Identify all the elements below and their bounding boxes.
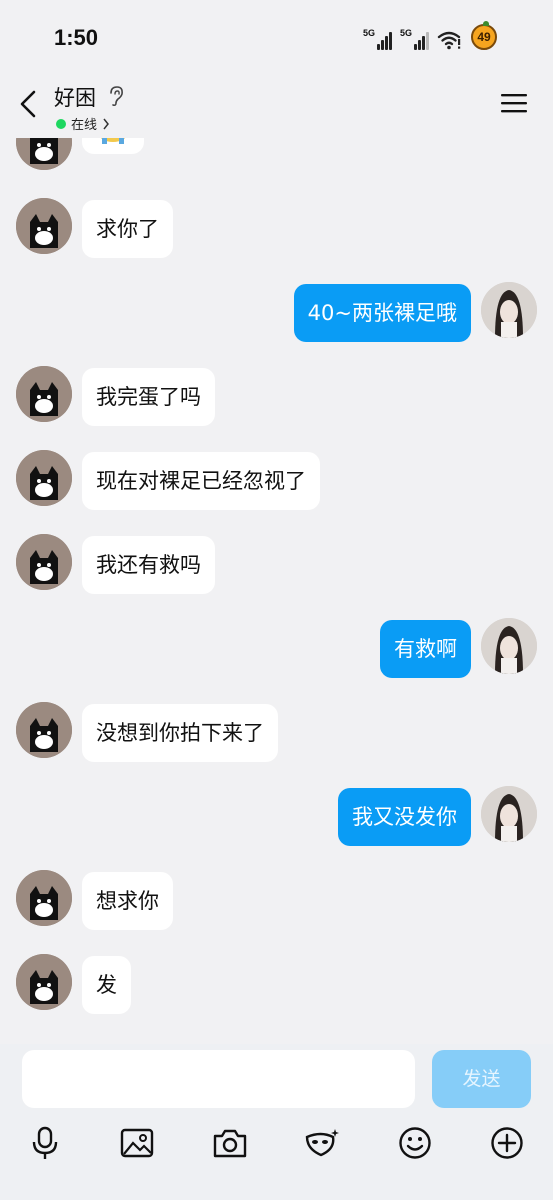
back-button[interactable] (14, 86, 44, 122)
contact-avatar[interactable] (16, 198, 72, 254)
contact-avatar[interactable] (16, 954, 72, 1010)
cellular-signal-icon-2: 5G (400, 28, 429, 50)
contact-name[interactable]: 好困 (54, 82, 96, 112)
chat-screen: 1:50 5G 5G 49 好困 在线 求你了 40~两张裸足哦 我完蛋了吗 现… (0, 0, 553, 1200)
outgoing-message-bubble[interactable]: 有救啊 (380, 620, 471, 678)
contact-avatar[interactable] (16, 366, 72, 422)
composer-toolbar (0, 1120, 553, 1166)
online-status-label: 在线 (71, 118, 98, 133)
microphone-icon[interactable] (22, 1120, 68, 1166)
battery-badge: 49 (471, 21, 497, 50)
my-avatar[interactable] (481, 786, 537, 842)
send-button[interactable]: 发送 (432, 1050, 531, 1108)
online-status[interactable]: 在线 (56, 114, 110, 133)
contact-avatar[interactable] (16, 450, 72, 506)
online-dot-icon (56, 118, 66, 129)
wifi-icon (437, 31, 461, 50)
incoming-message-bubble[interactable]: 没想到你拍下来了 (82, 704, 278, 762)
emoji-icon[interactable] (392, 1120, 438, 1166)
message-list[interactable]: 求你了 40~两张裸足哦 我完蛋了吗 现在对裸足已经忽视了 我还有救吗 有救啊 … (0, 138, 553, 1044)
chevron-right-icon (103, 118, 109, 129)
contact-avatar[interactable] (16, 534, 72, 590)
incoming-message-bubble[interactable]: 发 (82, 956, 131, 1014)
crying-sticker-icon (100, 138, 126, 144)
status-time: 1:50 (54, 25, 99, 50)
image-icon[interactable] (114, 1120, 160, 1166)
camera-icon[interactable] (207, 1120, 253, 1166)
chat-header: 好困 在线 (0, 76, 553, 138)
my-avatar[interactable] (481, 618, 537, 674)
outgoing-message-bubble[interactable]: 我又没发你 (338, 788, 471, 846)
ear-icon[interactable] (107, 85, 125, 107)
message-input[interactable] (22, 1050, 415, 1108)
outgoing-message-bubble[interactable]: 40~两张裸足哦 (293, 284, 471, 342)
menu-icon[interactable] (501, 92, 527, 114)
contact-avatar[interactable] (16, 138, 72, 170)
sticker-mask-icon[interactable] (299, 1120, 345, 1166)
incoming-message-bubble[interactable]: 我还有救吗 (82, 536, 215, 594)
status-bar: 1:50 5G 5G 49 (0, 0, 553, 76)
composer: 发送 (0, 1044, 553, 1200)
incoming-message-bubble[interactable]: 求你了 (82, 200, 173, 258)
incoming-message-bubble[interactable]: 我完蛋了吗 (82, 368, 215, 426)
sticker-message[interactable] (82, 138, 144, 154)
cellular-signal-icon: 5G (363, 28, 392, 50)
incoming-message-bubble[interactable]: 现在对裸足已经忽视了 (82, 452, 320, 510)
status-indicators: 5G 5G 49 (363, 21, 497, 50)
plus-icon[interactable] (484, 1120, 530, 1166)
my-avatar[interactable] (481, 282, 537, 338)
contact-avatar[interactable] (16, 870, 72, 926)
contact-avatar[interactable] (16, 702, 72, 758)
incoming-message-bubble[interactable]: 想求你 (82, 872, 173, 930)
